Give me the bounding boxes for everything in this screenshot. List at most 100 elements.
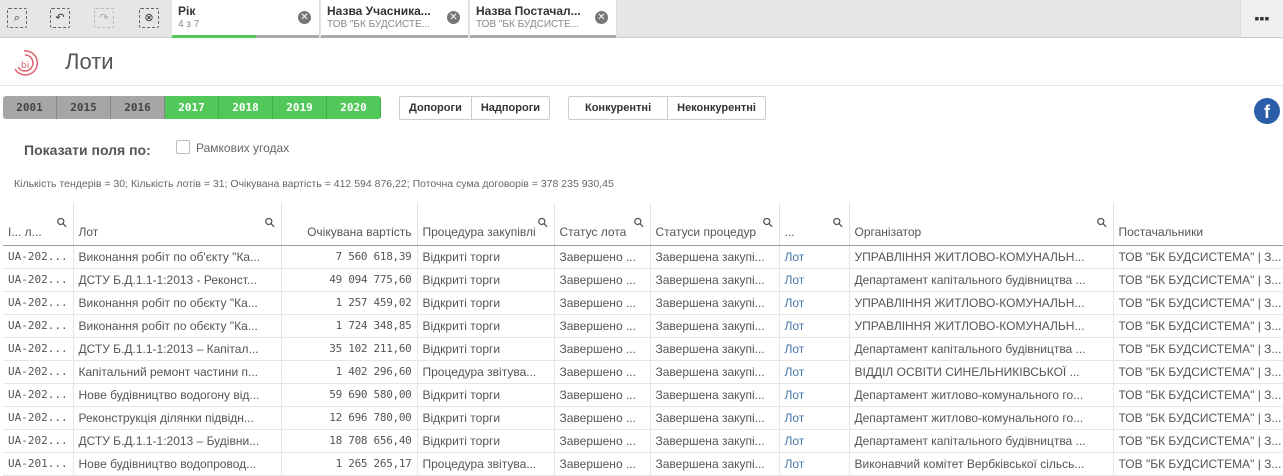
year-2020[interactable]: 2020 bbox=[327, 96, 381, 119]
table-cell[interactable]: Лот bbox=[779, 406, 850, 430]
threshold-below-button[interactable]: Допороги bbox=[400, 97, 472, 119]
table-cell[interactable]: Лот bbox=[779, 314, 850, 338]
table-cell[interactable]: Лот bbox=[779, 452, 850, 476]
column-title: Організатор bbox=[854, 224, 922, 239]
table-cell: Завершена закупі... bbox=[650, 429, 780, 453]
table-cell: УПРАВЛІННЯ ЖИТЛОВО-КОМУНАЛЬН... bbox=[849, 245, 1114, 269]
table-cell: Завершена закупі... bbox=[650, 360, 780, 384]
facebook-icon[interactable]: f bbox=[1254, 98, 1280, 124]
selection-chip-year[interactable]: Рік 4 з 7 ✕ bbox=[172, 0, 320, 38]
search-icon[interactable]: ⚲ bbox=[759, 214, 776, 231]
column-header[interactable]: Процедура закупівлі ⚲ bbox=[417, 203, 555, 246]
table-cell: UA-202... bbox=[3, 429, 74, 453]
table-cell: УПРАВЛІННЯ ЖИТЛОВО-КОМУНАЛЬН... bbox=[849, 291, 1114, 315]
table-cell: Завершено ... bbox=[554, 337, 651, 361]
table-cell: UA-202... bbox=[3, 337, 74, 361]
table-row[interactable]: UA-202... Виконання робіт по обєкту "Ка..… bbox=[3, 314, 1283, 338]
year-2016[interactable]: 2016 bbox=[111, 96, 165, 119]
clear-selections-icon[interactable]: ⊗ bbox=[139, 8, 159, 28]
selection-chip-participant[interactable]: Назва Учасника... ТОВ "БК БУДСИСТЕ... ✕ bbox=[321, 0, 469, 38]
table-cell: ВІДДІЛ ОСВІТИ СИНЕЛЬНИКІВСЬКОЇ ... bbox=[849, 360, 1114, 384]
table-cell: Завершено ... bbox=[554, 383, 651, 407]
table-cell: Завершено ... bbox=[554, 429, 651, 453]
step-forward-icon[interactable]: ↷ bbox=[94, 8, 114, 28]
table-cell: 1 724 348,85 bbox=[281, 314, 418, 338]
table-row[interactable]: UA-201... Нове будівництво водопровод... 1… bbox=[3, 452, 1283, 476]
column-header[interactable]: Статус лота ⚲ bbox=[554, 203, 651, 246]
noncompetitive-button[interactable]: Неконкурентні bbox=[668, 97, 765, 119]
table-cell: ТОВ "БК БУДСИСТЕМА" | З... bbox=[1113, 406, 1283, 430]
grid-menu-icon[interactable]: ▪▪▪ bbox=[1240, 0, 1283, 37]
year-filter: 2001 2015 2016 2017 2018 2019 2020 bbox=[3, 96, 381, 119]
table-cell: ТОВ "БК БУДСИСТЕМА" | З... bbox=[1113, 291, 1283, 315]
close-icon[interactable]: ✕ bbox=[595, 11, 608, 24]
search-icon[interactable]: ⚲ bbox=[829, 214, 846, 231]
threshold-above-button[interactable]: Надпороги bbox=[472, 97, 549, 119]
step-back-icon[interactable]: ↶ bbox=[50, 8, 70, 28]
table-cell[interactable]: Лот bbox=[779, 360, 850, 384]
column-header[interactable]: Очікувана вартість bbox=[281, 203, 418, 246]
search-icon[interactable]: ⚲ bbox=[1093, 214, 1110, 231]
smart-search-icon[interactable]: ⌕ bbox=[7, 8, 27, 28]
table-cell: Департамент житлово-комунального го... bbox=[849, 383, 1114, 407]
table-cell: 12 696 780,00 bbox=[281, 406, 418, 430]
table-cell: 59 690 580,00 bbox=[281, 383, 418, 407]
search-icon[interactable]: ⚲ bbox=[630, 214, 647, 231]
table-cell: Виконання робіт по об'єкту "Ка... bbox=[73, 245, 282, 269]
table-row[interactable]: UA-202... Капітальний ремонт частини п...… bbox=[3, 360, 1283, 384]
table-cell: UA-202... bbox=[3, 314, 74, 338]
year-2019[interactable]: 2019 bbox=[273, 96, 327, 119]
column-header[interactable]: Організатор ⚲ bbox=[849, 203, 1114, 246]
logo: bi bbox=[14, 50, 39, 76]
table-cell[interactable]: Лот bbox=[779, 337, 850, 361]
table-row[interactable]: UA-202... ДСТУ Б.Д.1.1-1:2013 – Капітал..… bbox=[3, 337, 1283, 361]
table-cell[interactable]: Лот bbox=[779, 268, 850, 292]
year-2018[interactable]: 2018 bbox=[219, 96, 273, 119]
table-cell[interactable]: Лот bbox=[779, 429, 850, 453]
search-icon[interactable]: ⚲ bbox=[53, 214, 70, 231]
year-2015[interactable]: 2015 bbox=[57, 96, 111, 119]
column-header[interactable]: ... ⚲ bbox=[779, 203, 850, 246]
year-2017[interactable]: 2017 bbox=[165, 96, 219, 119]
search-icon[interactable]: ⚲ bbox=[261, 214, 278, 231]
table-row[interactable]: UA-202... ДСТУ Б.Д.1.1-1:2013 - Реконст..… bbox=[3, 268, 1283, 292]
table-cell: Нове будівництво водопровод... bbox=[73, 452, 282, 476]
column-header[interactable]: Статуси процедур ⚲ bbox=[650, 203, 780, 246]
table-cell[interactable]: Лот bbox=[779, 291, 850, 315]
competitive-button[interactable]: Конкурентні bbox=[569, 97, 669, 119]
column-header[interactable]: І... л... ⚲ bbox=[3, 203, 74, 246]
search-icon[interactable]: ⚲ bbox=[534, 214, 551, 231]
show-fields-label: Показати поля по: bbox=[24, 142, 151, 158]
year-2001[interactable]: 2001 bbox=[3, 96, 57, 119]
close-icon[interactable]: ✕ bbox=[447, 11, 460, 24]
threshold-filter: Допороги Надпороги bbox=[399, 96, 551, 120]
table-cell: UA-202... bbox=[3, 406, 74, 430]
competition-filter: Конкурентні Неконкурентні bbox=[568, 96, 766, 120]
table-cell: ТОВ "БК БУДСИСТЕМА" | З... bbox=[1113, 245, 1283, 269]
table-row[interactable]: UA-202... Нове будівництво водогону від..… bbox=[3, 383, 1283, 407]
framework-agreements-checkbox[interactable] bbox=[176, 140, 190, 154]
table-cell: Відкриті торги bbox=[417, 406, 555, 430]
table-cell: Виконання робіт по обєкту "Ка... bbox=[73, 291, 282, 315]
table-cell: ТОВ "БК БУДСИСТЕМА" | З... bbox=[1113, 383, 1283, 407]
column-header[interactable]: Постачальники⚲ bbox=[1113, 203, 1283, 246]
close-icon[interactable]: ✕ bbox=[298, 11, 311, 24]
selection-chip-supplier[interactable]: Назва Постачал... ТОВ "БК БУДСИСТЕ... ✕ bbox=[470, 0, 617, 38]
framework-agreements-label[interactable]: Рамкових угодах bbox=[196, 141, 289, 155]
table-cell: 7 560 618,39 bbox=[281, 245, 418, 269]
table-row[interactable]: UA-202... Виконання робіт по обєкту "Ка..… bbox=[3, 291, 1283, 315]
table-cell: 35 102 211,60 bbox=[281, 337, 418, 361]
table-cell: Завершена закупі... bbox=[650, 337, 780, 361]
table-cell: Завершена закупі... bbox=[650, 291, 780, 315]
column-title: Статуси процедур bbox=[655, 224, 757, 239]
table-cell: Капітальний ремонт частини п... bbox=[73, 360, 282, 384]
table-row[interactable]: UA-202... ДСТУ Б.Д.1.1-1:2013 – Будівни..… bbox=[3, 429, 1283, 453]
column-header[interactable]: Лот ⚲ bbox=[73, 203, 282, 246]
table-row[interactable]: UA-202... Реконструкція ділянки підвідн..… bbox=[3, 406, 1283, 430]
table-cell[interactable]: Лот bbox=[779, 245, 850, 269]
selection-progress bbox=[321, 35, 468, 38]
selection-title: Назва Постачал... bbox=[476, 4, 581, 18]
table-cell[interactable]: Лот bbox=[779, 383, 850, 407]
column-title: Лот bbox=[78, 224, 99, 239]
table-row[interactable]: UA-202... Виконання робіт по об'єкту "Ка.… bbox=[3, 245, 1283, 269]
